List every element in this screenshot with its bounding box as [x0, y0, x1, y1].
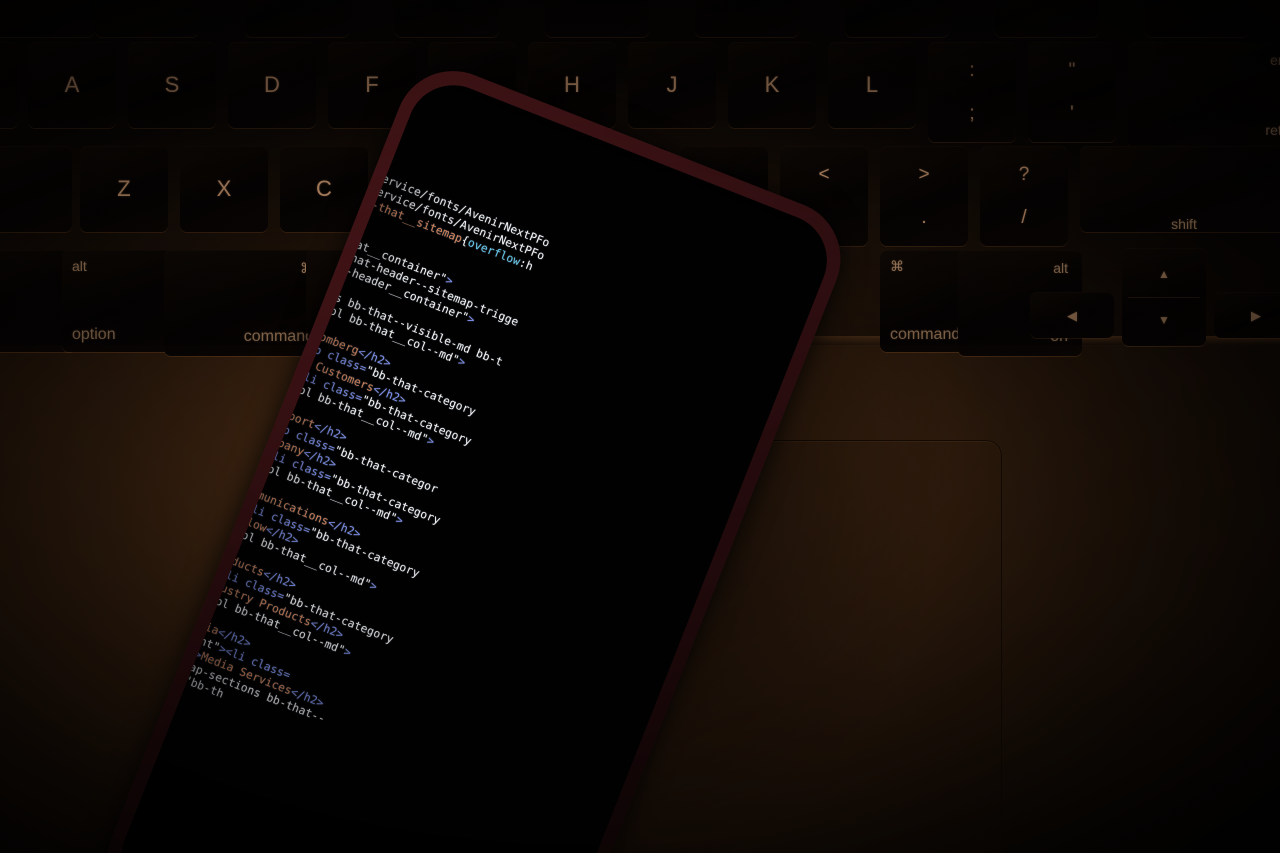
arrow-key-divider [1127, 296, 1201, 298]
key-quote-secondary: ' [1070, 103, 1074, 124]
key-option-left-top: alt [72, 258, 87, 274]
key-shift-left[interactable] [0, 146, 72, 232]
enter-label: enter [1270, 52, 1280, 68]
key-semicolon[interactable]: :; [928, 42, 1016, 142]
arrow-up-icon: ▲ [1158, 266, 1170, 281]
photo-scene: ASDFGHJKL:;"'enterreturnZXCVBNM<,>.?/shi… [0, 0, 1280, 853]
key-s[interactable]: S [128, 42, 216, 128]
key-numrow-2[interactable] [245, 0, 349, 37]
key-x-label: X [216, 176, 232, 201]
key-quote-primary: " [1068, 60, 1076, 81]
key-slash-secondary: / [1021, 207, 1027, 228]
key-numrow-4[interactable] [545, 0, 649, 37]
key-a[interactable]: A [28, 42, 116, 128]
key-numrow-8[interactable] [1145, 0, 1249, 37]
key-c-label: C [316, 176, 332, 201]
shift-label: shift [1171, 216, 1197, 232]
key-slash-primary: ? [1018, 164, 1030, 185]
key-command-left-bottom: command [243, 328, 314, 345]
key-semicolon-secondary: ; [969, 103, 975, 124]
key-d-label: D [264, 72, 280, 97]
key-command-left[interactable]: ⌘command [164, 250, 328, 356]
key-arrow-right[interactable]: ▶ [1214, 292, 1280, 338]
key-j-label: J [666, 72, 678, 97]
key-d[interactable]: D [228, 42, 316, 128]
arrow-down-icon: ▼ [1158, 313, 1170, 328]
key-s-label: S [164, 72, 180, 97]
key-x[interactable]: X [180, 146, 268, 232]
key-numrow-3[interactable] [395, 0, 499, 37]
key-capslock[interactable] [0, 42, 18, 128]
key-comma-primary: < [818, 164, 830, 185]
key-h-label: H [564, 72, 580, 97]
key-numrow-1[interactable] [95, 0, 199, 37]
key-semicolon-primary: : [969, 60, 975, 81]
key-quote[interactable]: " ' [1028, 42, 1116, 142]
key-j[interactable]: J [628, 42, 716, 128]
key-arrow-updown[interactable]: ▲ ▼ [1122, 248, 1206, 346]
key-numrow-5[interactable] [695, 0, 799, 37]
key-period[interactable]: >. [880, 146, 968, 246]
key-arrow-up[interactable]: ▲ [1122, 252, 1206, 295]
key-period-primary: > [918, 164, 930, 185]
key-k-label: K [764, 72, 780, 97]
key-period-secondary: . [921, 207, 927, 228]
key-command-right-top: ⌘ [890, 258, 904, 274]
arrow-left-icon: ◀ [1067, 307, 1077, 323]
key-z-label: Z [117, 176, 131, 201]
key-option-left-bottom: option [72, 326, 116, 343]
key-arrow-left[interactable]: ◀ [1030, 292, 1114, 338]
key-return[interactable]: enter return [1128, 42, 1280, 148]
key-k[interactable]: K [728, 42, 816, 128]
key-l[interactable]: L [828, 42, 916, 128]
arrow-right-icon: ▶ [1251, 307, 1261, 323]
key-numrow-0[interactable] [0, 0, 94, 37]
key-command-right-bottom: command [890, 326, 961, 343]
key-shift-right[interactable]: shift [1080, 146, 1280, 232]
key-arrow-down[interactable]: ▼ [1122, 299, 1206, 342]
key-option-right-top: alt [1053, 260, 1068, 276]
key-option-left[interactable]: alt option [62, 250, 178, 352]
key-numrow-6[interactable] [845, 0, 949, 37]
key-slash[interactable]: ? / [980, 146, 1068, 246]
return-label: return [1265, 122, 1280, 138]
key-l-label: L [865, 72, 879, 97]
key-f-label: F [365, 72, 379, 97]
key-a-label: A [64, 72, 80, 97]
key-numrow-7[interactable] [995, 0, 1099, 37]
key-z[interactable]: Z [80, 146, 168, 232]
